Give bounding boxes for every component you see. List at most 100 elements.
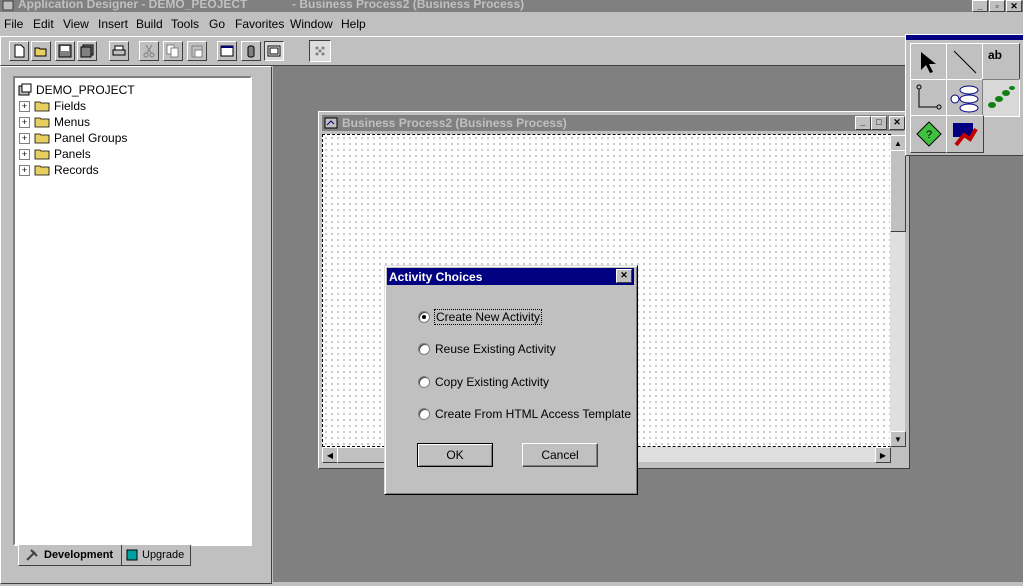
component-tool-icon[interactable]	[946, 79, 984, 117]
tree-item-menus[interactable]: + Menus	[19, 114, 90, 130]
child-title-bar: Business Process2 (Business Process) _ □…	[322, 115, 905, 131]
tab-development[interactable]: Development	[18, 545, 122, 566]
menu-window[interactable]: Window	[290, 17, 333, 31]
select-pointer-icon[interactable]	[910, 43, 948, 81]
save-all-icon[interactable]	[77, 41, 97, 61]
radio-indicator[interactable]	[418, 343, 430, 355]
tab-label: Upgrade	[142, 549, 185, 561]
tree-item-fields[interactable]: + Fields	[19, 98, 86, 114]
menu-build[interactable]: Build	[136, 17, 163, 31]
tree-item-panel-groups[interactable]: + Panel Groups	[19, 130, 127, 146]
folder-icon	[34, 149, 50, 160]
menu-bar: File Edit View Insert Build Tools Go Fav…	[0, 14, 1023, 34]
radio-indicator[interactable]	[418, 408, 430, 420]
expand-icon[interactable]: +	[19, 164, 30, 176]
expand-icon[interactable]: +	[19, 148, 30, 160]
tree-item-records[interactable]: + Records	[19, 162, 99, 178]
menu-view[interactable]: View	[63, 17, 89, 31]
tree-item-label: Menus	[54, 115, 91, 129]
find-icon[interactable]	[241, 41, 261, 61]
tree-item-label: Records	[54, 163, 99, 177]
radio-create-from-html-template[interactable]: Create From HTML Access Template	[418, 406, 631, 422]
radio-copy-existing-activity[interactable]: Copy Existing Activity	[418, 374, 549, 390]
restore-button[interactable]: ▫	[989, 0, 1005, 12]
app-icon	[2, 0, 14, 11]
radio-label: Create New Activity	[433, 309, 543, 325]
radio-create-new-activity[interactable]: Create New Activity	[418, 309, 543, 325]
menu-go[interactable]: Go	[209, 17, 225, 31]
text-tool-icon[interactable]: ab	[982, 43, 1020, 81]
tab-label: Development	[44, 549, 114, 561]
folder-icon	[34, 133, 50, 144]
connector-tool-icon[interactable]	[910, 79, 948, 117]
dialog-title: Activity Choices	[389, 270, 483, 284]
scroll-right-icon[interactable]: ▶	[875, 447, 891, 463]
folder-icon	[34, 165, 50, 176]
toolbar	[0, 36, 907, 66]
menu-tools[interactable]: Tools	[171, 17, 199, 31]
paste-icon[interactable]	[187, 41, 207, 61]
radio-label: Copy Existing Activity	[435, 375, 550, 389]
tree-root[interactable]: DEMO_PROJECT	[17, 82, 135, 98]
document-title: - Business Process2 (Business Process)	[292, 0, 525, 11]
properties-icon[interactable]	[217, 41, 237, 61]
palette-title-strip	[906, 35, 1023, 40]
decision-tool-icon[interactable]: ?	[910, 115, 948, 153]
activity-tool-icon[interactable]	[982, 79, 1020, 117]
folder-icon	[34, 117, 50, 128]
close-button[interactable]: ✕	[1006, 0, 1022, 12]
expand-icon[interactable]: +	[19, 100, 30, 112]
copy-icon[interactable]	[163, 41, 183, 61]
tree-item-label: Fields	[54, 99, 87, 113]
minimize-button[interactable]: _	[972, 0, 988, 12]
vertical-scrollbar[interactable]: ▲ ▼	[890, 135, 906, 447]
scroll-up-icon[interactable]: ▲	[890, 135, 906, 151]
upgrade-icon	[126, 549, 138, 561]
child-minimize-button[interactable]: _	[855, 116, 871, 130]
project-icon	[18, 83, 32, 96]
tab-upgrade[interactable]: Upgrade	[122, 545, 191, 566]
cancel-button[interactable]: Cancel	[522, 443, 598, 467]
development-icon	[26, 549, 38, 561]
scroll-left-icon[interactable]: ◀	[322, 447, 338, 463]
business-process-icon	[324, 117, 338, 129]
project-tree[interactable]: DEMO_PROJECT + Fields + Menus + Panel Gr…	[13, 76, 252, 546]
new-icon[interactable]	[9, 41, 29, 61]
menu-file[interactable]: File	[4, 17, 23, 31]
cut-icon[interactable]	[139, 41, 159, 61]
menu-help[interactable]: Help	[341, 17, 366, 31]
tree-root-label: DEMO_PROJECT	[36, 83, 135, 97]
folder-icon	[34, 101, 50, 112]
save-icon[interactable]	[55, 41, 75, 61]
child-maximize-button[interactable]: □	[871, 116, 887, 130]
ok-button-label: OK	[446, 448, 464, 462]
link-tool-icon[interactable]	[946, 115, 984, 153]
tree-item-label: Panels	[54, 147, 91, 161]
radio-indicator[interactable]	[418, 311, 430, 323]
menu-favorites[interactable]: Favorites	[235, 17, 284, 31]
line-tool-icon[interactable]	[946, 43, 984, 81]
svg-text:?: ?	[926, 129, 932, 141]
radio-indicator[interactable]	[418, 376, 430, 388]
tool-palette: ab ?	[905, 34, 1023, 156]
cancel-button-label: Cancel	[541, 448, 579, 462]
vertical-scroll-thumb[interactable]	[890, 150, 906, 232]
child-close-button[interactable]: ✕	[889, 116, 905, 130]
tree-item-label: Panel Groups	[54, 131, 128, 145]
radio-reuse-existing-activity[interactable]: Reuse Existing Activity	[418, 341, 556, 357]
print-icon[interactable]	[109, 41, 129, 61]
radio-label: Reuse Existing Activity	[435, 342, 556, 356]
tree-item-panels[interactable]: + Panels	[19, 146, 91, 162]
app-title: Application Designer - DEMO_PEOJECT	[18, 0, 248, 11]
dialog-close-button[interactable]: ✕	[616, 269, 632, 283]
menu-insert[interactable]: Insert	[98, 17, 128, 31]
radio-label: Create From HTML Access Template	[435, 407, 632, 421]
open-icon[interactable]	[31, 41, 51, 61]
expand-icon[interactable]: +	[19, 132, 30, 144]
project-icon[interactable]	[264, 41, 284, 61]
scroll-down-icon[interactable]: ▼	[890, 431, 906, 447]
expand-icon[interactable]: +	[19, 116, 30, 128]
grid-icon[interactable]	[309, 40, 331, 62]
menu-edit[interactable]: Edit	[33, 17, 54, 31]
ok-button[interactable]: OK	[417, 443, 493, 467]
